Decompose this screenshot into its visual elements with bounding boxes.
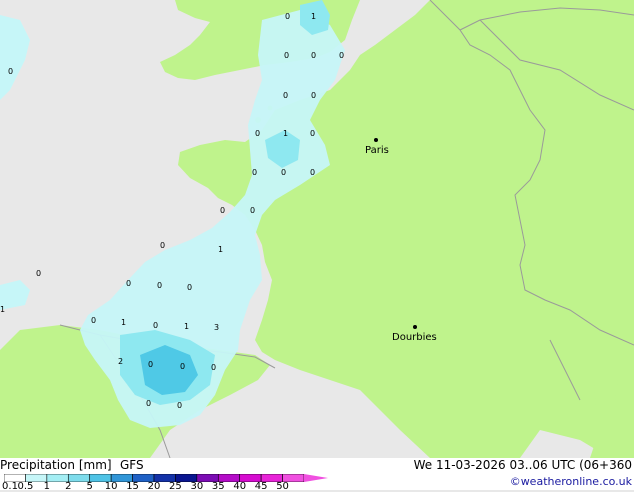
value-label: 0 — [177, 401, 182, 410]
scale-arrow — [304, 474, 328, 482]
legend-title: Precipitation [mm] — [0, 458, 112, 472]
value-label: 1 — [0, 305, 5, 314]
scale-tick-label: 40 — [233, 481, 247, 492]
scale-tick-label: 20 — [147, 481, 161, 492]
value-label: 0 — [153, 321, 158, 330]
value-label: 0 — [255, 129, 260, 138]
scale-tick-label: 15 — [126, 481, 139, 492]
value-label: 1 — [283, 129, 288, 138]
city-label: Dourbies — [392, 332, 437, 343]
value-label: 0 — [281, 168, 286, 177]
model-name: GFS — [120, 458, 144, 472]
value-label: 0 — [126, 279, 131, 288]
value-label: 2 — [118, 357, 123, 366]
legend-footer: Precipitation [mm] GFS We 11-03-2026 03.… — [0, 458, 634, 492]
value-label: 0 — [180, 362, 185, 371]
value-label: 0 — [36, 269, 41, 278]
scale-tick-label: 0.1 — [2, 481, 18, 492]
city-dot — [413, 325, 417, 329]
scale-tick-label: 45 — [254, 481, 268, 492]
scale-tick-label: 1 — [43, 481, 51, 492]
precipitation-map: 0 1 0 0 0 0 0 0 1 0 0 0 0 0 0 0 1 0 0 0 … — [0, 0, 634, 458]
scale-tick-label: 2 — [65, 481, 72, 492]
value-label: 1 — [218, 245, 223, 254]
value-label: 0 — [252, 168, 257, 177]
value-label: 0 — [310, 129, 315, 138]
value-label: 0 — [211, 363, 216, 372]
scale-tick-label: 10 — [104, 481, 118, 492]
scale-tick-label: 30 — [190, 481, 204, 492]
scale-tick-label: 25 — [169, 481, 182, 492]
value-label: 0 — [284, 51, 289, 60]
value-label: 0 — [160, 241, 165, 250]
scale-tick-label: 5 — [86, 481, 93, 492]
value-label: 0 — [285, 12, 290, 21]
value-label: 0 — [339, 51, 344, 60]
city-dot — [374, 138, 378, 142]
value-label: 0 — [91, 316, 96, 325]
scale-tick-label: 0.5 — [17, 481, 34, 492]
forecast-datetime: We 11-03-2026 03..06 UTC (06+360 — [413, 458, 632, 472]
value-label: 0 — [187, 283, 192, 292]
scale-tick-label: 50 — [276, 481, 289, 492]
value-label: 0 — [220, 206, 225, 215]
value-label: 0 — [283, 91, 288, 100]
value-label: 1 — [311, 12, 316, 21]
value-label: 0 — [311, 91, 316, 100]
value-label: 0 — [310, 168, 315, 177]
value-label: 0 — [311, 51, 316, 60]
credit-link[interactable]: ©weatheronline.co.uk — [510, 475, 632, 489]
value-label: 0 — [250, 206, 255, 215]
scale-tick-label: 35 — [211, 481, 225, 492]
value-label: 1 — [121, 318, 126, 327]
value-label: 1 — [184, 322, 189, 331]
city-label: Paris — [365, 145, 389, 156]
value-label: 3 — [214, 323, 219, 332]
value-label: 0 — [148, 360, 153, 369]
value-label: 0 — [157, 281, 162, 290]
value-label: 0 — [146, 399, 151, 408]
value-label: 0 — [8, 67, 13, 76]
